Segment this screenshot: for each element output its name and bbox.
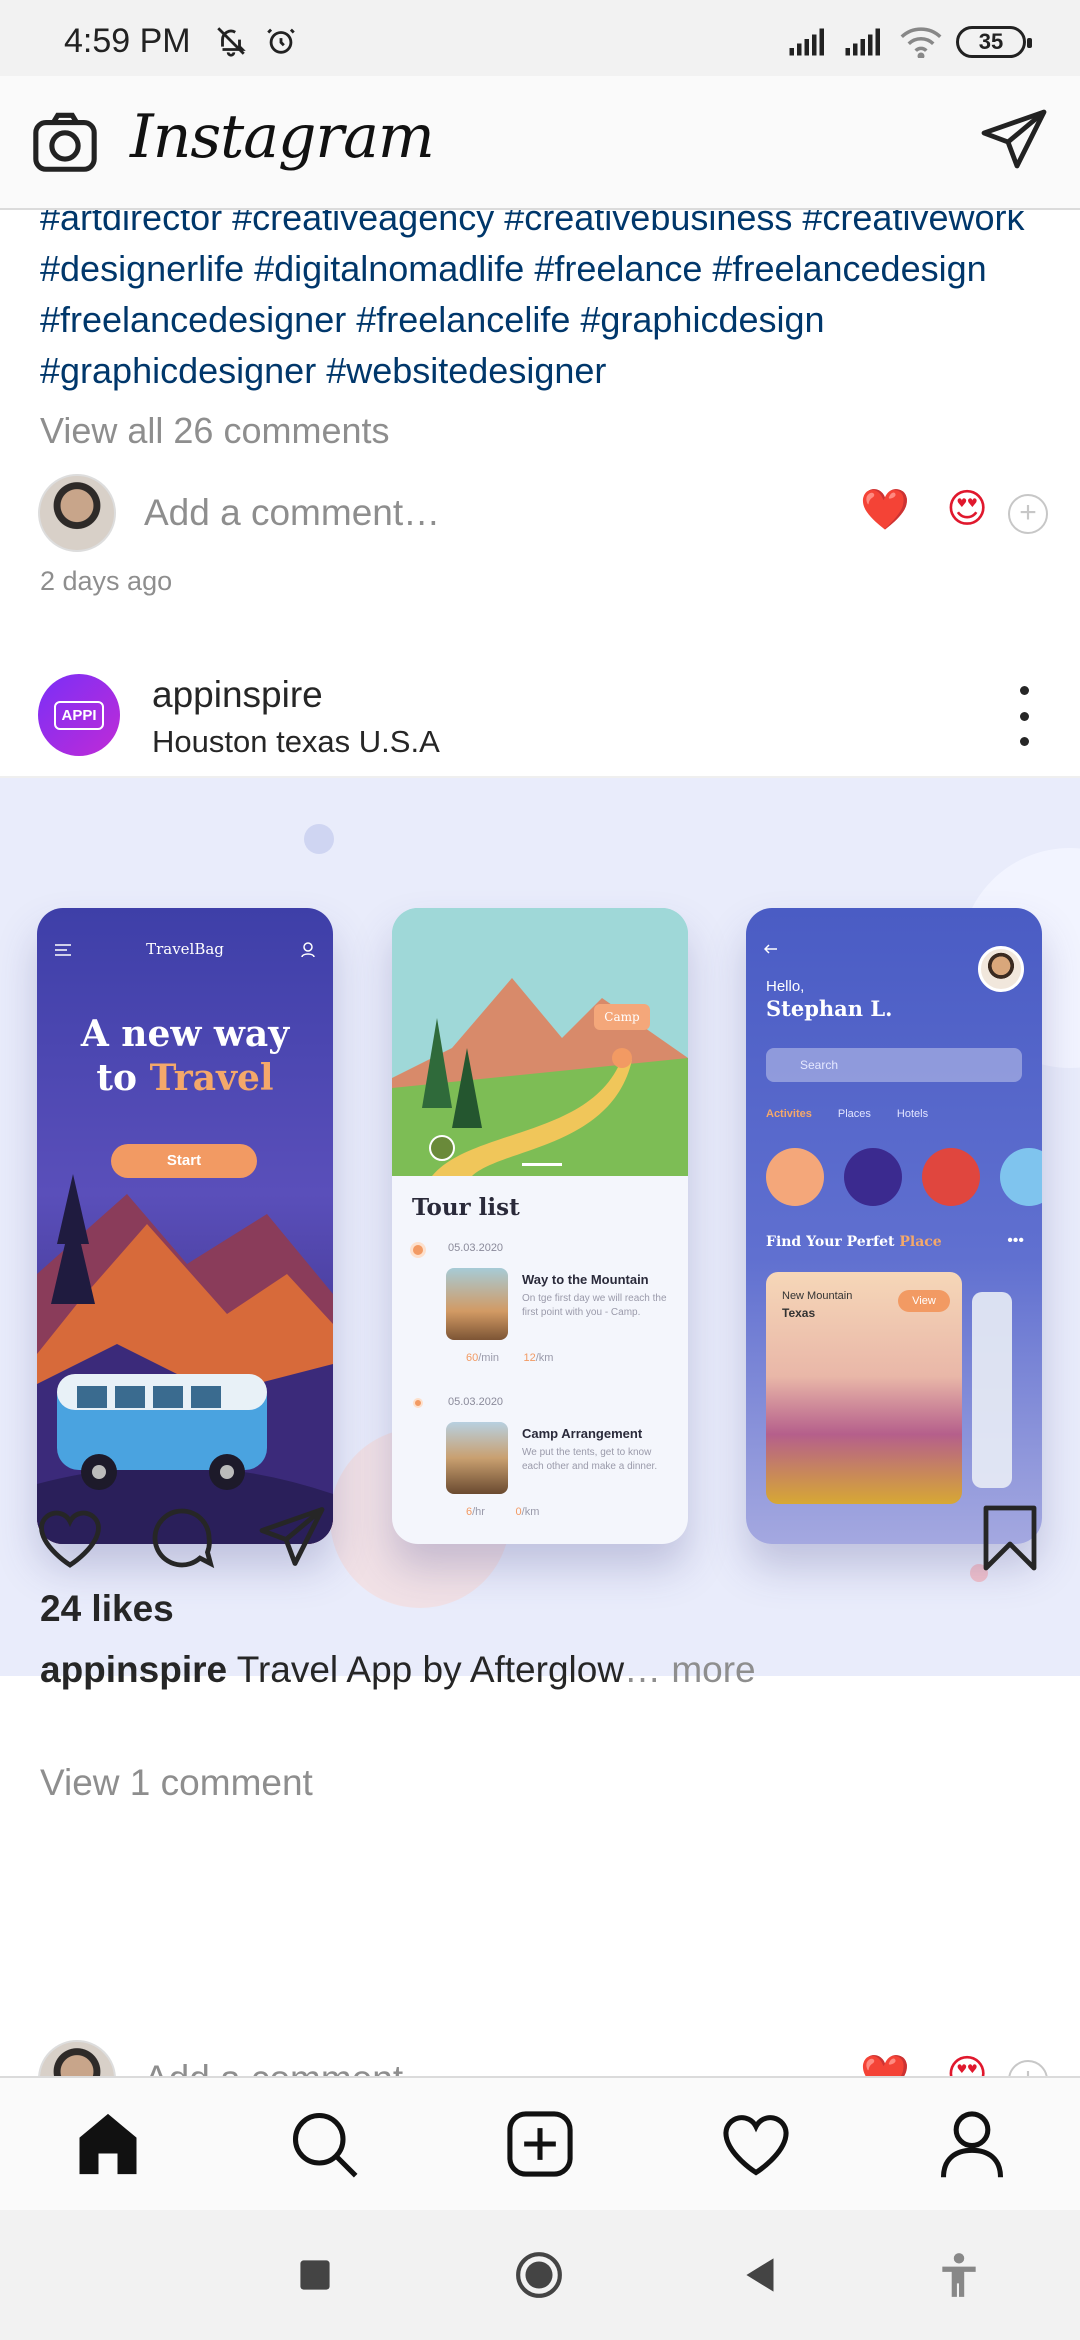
status-bar: 4:59 PM 35: [0, 0, 1080, 76]
umbrella-icon: [1000, 1148, 1042, 1206]
tour-thumbnail: [446, 1268, 508, 1340]
tour-list-title: Tour list: [412, 1194, 520, 1221]
app-screen-explore: Hello, Stephan L. Search Activites Place…: [746, 908, 1042, 1544]
decor-bubble: [304, 824, 334, 854]
headline-line-2: to Travel: [96, 1057, 274, 1099]
activity-icon[interactable]: [718, 2106, 794, 2182]
post-header: APPI appinspire Houston texas U.S.A: [0, 650, 1080, 778]
post-actions: [0, 1466, 1080, 1586]
post-location[interactable]: Houston texas U.S.A: [152, 724, 440, 760]
previous-post-hashtags[interactable]: #artdirector #creativeagency #creativebu…: [40, 210, 1050, 396]
more-dots-icon: •••: [1007, 1232, 1024, 1249]
category-tabs: Activites Places Hotels: [766, 1108, 928, 1120]
add-reaction-button[interactable]: +: [1008, 494, 1048, 534]
tour-name: Camp Arrangement: [522, 1426, 643, 1441]
add-reaction-button[interactable]: +: [1008, 2060, 1048, 2076]
save-icon[interactable]: [974, 1502, 1046, 1574]
share-icon[interactable]: [256, 1502, 328, 1574]
wifi-icon: [900, 27, 942, 58]
balloon-icon: [922, 1148, 980, 1206]
greeting: Hello,: [766, 978, 805, 995]
add-comment-input[interactable]: Add a comment…: [144, 492, 440, 534]
avatar: [38, 474, 116, 552]
restaurant-icon: [844, 1148, 902, 1206]
profile-avatar-mock: [978, 946, 1024, 992]
caption-username[interactable]: appinspire: [40, 1649, 227, 1690]
back-arrow-icon: [764, 944, 777, 954]
user-icon: [301, 942, 315, 958]
add-comment-row[interactable]: Add a comment… ❤️ 😍 +: [38, 2040, 1048, 2076]
card-title: New Mountain: [782, 1290, 853, 1302]
like-icon[interactable]: [34, 1502, 106, 1574]
alarm-icon: [267, 28, 295, 54]
comment-icon[interactable]: [146, 1502, 218, 1574]
tab-activities: Activites: [766, 1108, 812, 1120]
search-icon[interactable]: [286, 2106, 362, 2182]
camp-tag: Camp: [594, 1004, 650, 1030]
find-place-heading: Find Your Perfet Place: [766, 1234, 942, 1250]
app-screen-tour-list: Camp Tour list 05.03.2020 Way to the Mou…: [392, 908, 688, 1544]
bottom-nav: [0, 2076, 1080, 2210]
mute-icon: [217, 27, 246, 57]
timeline-dot: [410, 1242, 426, 1258]
user-name: Stephan L.: [766, 996, 893, 1021]
app-header: Instagram: [0, 76, 1080, 210]
heart-eyes-reaction-button[interactable]: 😍: [946, 486, 988, 532]
avatar: [38, 2040, 116, 2076]
tour-name: Way to the Mountain: [522, 1272, 649, 1287]
tab-hotels: Hotels: [896, 1108, 929, 1120]
beach-icon: [766, 1148, 824, 1206]
home-icon[interactable]: [70, 2106, 146, 2182]
view-button-mock: View: [898, 1290, 950, 1312]
post-timestamp: 2 days ago: [40, 566, 173, 596]
feed[interactable]: #artdirector #creativeagency #creativebu…: [0, 210, 1080, 2076]
recents-icon[interactable]: [290, 2250, 340, 2300]
signal-icon: [789, 28, 824, 56]
caption-ellipsis: …: [624, 1649, 662, 1690]
post-avatar[interactable]: APPI: [38, 674, 120, 756]
likes-count[interactable]: 24 likes: [40, 1588, 174, 1630]
card-stack: [972, 1292, 1012, 1488]
tour-meta: 60/min 12/km: [466, 1352, 554, 1364]
post-caption[interactable]: appinspire Travel App by Afterglow… more: [40, 1644, 1040, 1695]
battery-indicator: 35: [956, 26, 1032, 58]
home-circle-icon[interactable]: [514, 2250, 564, 2300]
add-comment-input[interactable]: Add a comment…: [144, 2058, 440, 2076]
tour-description: On tge first day we will reach the first…: [522, 1293, 667, 1318]
tour-date: 05.03.2020: [448, 1242, 504, 1254]
heart-eyes-reaction-button[interactable]: 😍: [946, 2052, 988, 2076]
add-comment-row[interactable]: Add a comment… ❤️ 😍 +: [38, 474, 1048, 554]
camera-icon[interactable]: [30, 108, 100, 178]
avatar-label: APPI: [54, 700, 104, 730]
more-options-icon[interactable]: [1014, 686, 1034, 746]
new-post-icon[interactable]: [502, 2106, 578, 2182]
tour-date: 05.03.2020: [448, 1396, 504, 1408]
app-brand: TravelBag: [146, 940, 224, 958]
heart-reaction-button[interactable]: ❤️: [860, 486, 910, 533]
instagram-logo: Instagram: [130, 102, 435, 172]
view-comments-link[interactable]: View 1 comment: [40, 1762, 313, 1804]
search-field-mock: Search: [766, 1048, 1022, 1082]
system-nav-bar: [0, 2210, 1080, 2340]
card-subtitle: Texas: [782, 1306, 816, 1320]
app-screen-welcome: TravelBag A new way to Travel Start: [37, 908, 333, 1544]
view-all-comments-link[interactable]: View all 26 comments: [40, 410, 390, 452]
timeline-dot: [413, 1398, 423, 1408]
status-time: 4:59 PM: [64, 22, 191, 60]
landscape-illustration: [392, 908, 688, 1176]
heart-reaction-button[interactable]: ❤️: [860, 2052, 910, 2076]
post-username[interactable]: appinspire: [152, 674, 323, 716]
activity-icons: [766, 1148, 1042, 1206]
tab-places: Places: [837, 1108, 871, 1120]
back-icon[interactable]: [736, 2250, 786, 2300]
headline-line-1: A new way: [80, 1013, 290, 1055]
direct-message-icon[interactable]: [978, 106, 1050, 178]
accessibility-icon[interactable]: [934, 2250, 984, 2300]
tour-item: 05.03.2020 Way to the Mountain On tge fi…: [410, 1242, 680, 1392]
caption-more-link[interactable]: more: [661, 1649, 755, 1690]
signal-icon: [845, 28, 880, 56]
app-headline: A new way to Travel: [37, 1012, 333, 1100]
caption-text: Travel App by Afterglow: [227, 1649, 625, 1690]
profile-icon[interactable]: [934, 2106, 1010, 2182]
